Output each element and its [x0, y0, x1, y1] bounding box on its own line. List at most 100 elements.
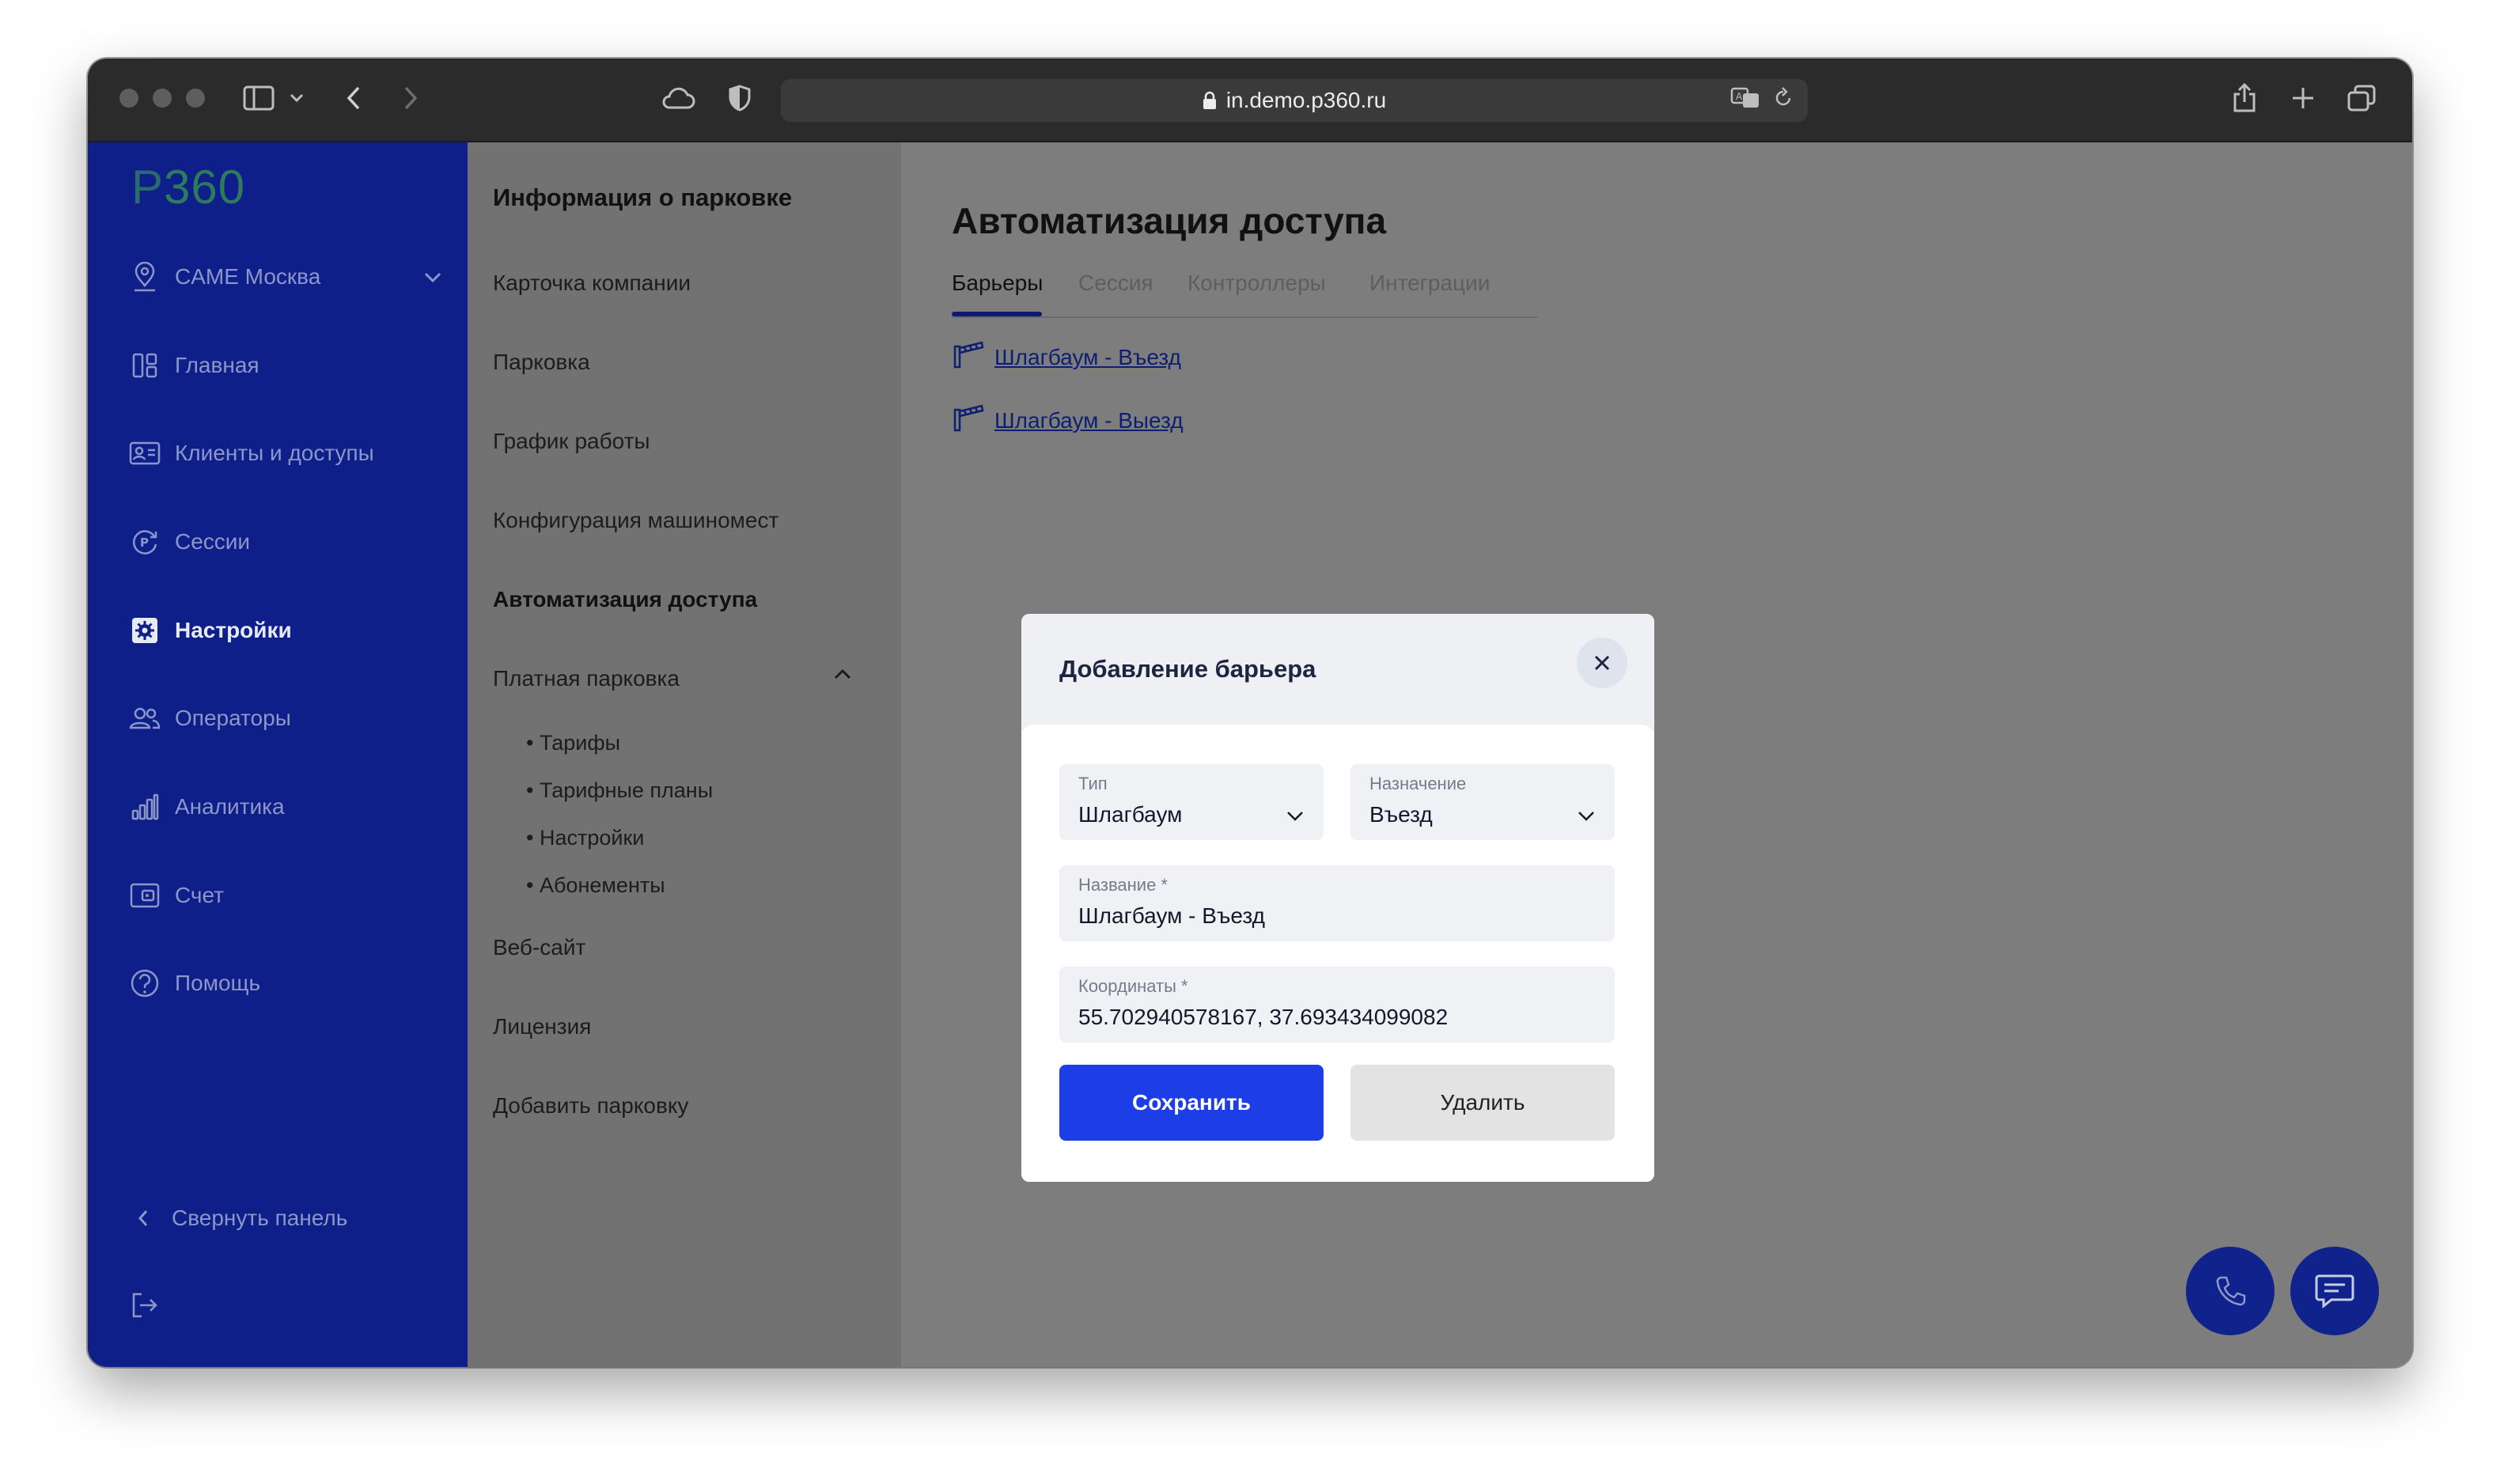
type-label: Тип: [1078, 774, 1108, 793]
logo-number: 360: [164, 161, 246, 214]
coordinates-field[interactable]: Координаты * 55.702940578167, 37.6934340…: [1059, 967, 1615, 1043]
delete-button[interactable]: Удалить: [1350, 1065, 1615, 1141]
name-value: Шлагбаум - Въезд: [1078, 903, 1265, 928]
parking-cycle-icon: P: [127, 524, 162, 559]
phone-icon: [2216, 1276, 2246, 1306]
barrier-gate-icon: [952, 340, 985, 374]
forward-icon[interactable]: [396, 79, 425, 117]
id-card-icon: [127, 436, 162, 471]
cloud-icon[interactable]: [659, 79, 697, 117]
subnav-item-paid-parking[interactable]: Платная парковка: [493, 666, 680, 691]
subnav-item-subscriptions[interactable]: • Абонементы: [526, 873, 665, 898]
tab-bar: Барьеры Сессия Контроллеры Интеграции: [952, 271, 1537, 318]
tabs-overview-icon[interactable]: [2344, 79, 2379, 117]
sidebar-item-label: Главная: [175, 353, 259, 377]
new-tab-icon[interactable]: [2287, 79, 2319, 117]
sidebar-toggle-icon[interactable]: [240, 79, 278, 117]
sidebar-item-label: Настройки: [175, 618, 292, 642]
coordinates-label: Координаты *: [1078, 976, 1188, 996]
dialog-body: Тип Шлагбаум Назначение Въезд Название *…: [1021, 725, 1654, 1182]
tab-integrations[interactable]: Интеграции: [1369, 271, 1490, 296]
active-tab-indicator: [952, 312, 1042, 316]
barrier-link-exit[interactable]: Шлагбаум - Выезд: [952, 403, 1184, 437]
sidebar-item-help[interactable]: Помощь: [127, 960, 260, 1007]
users-icon: [127, 701, 162, 736]
chevron-down-icon[interactable]: [286, 79, 308, 117]
barrier-gate-icon: [952, 403, 985, 437]
sidebar-item-label: Операторы: [175, 706, 291, 730]
chevron-up-icon[interactable]: [833, 668, 852, 684]
subnav-item-tariffs[interactable]: • Тарифы: [526, 731, 620, 755]
subnav-item-parking[interactable]: Парковка: [493, 350, 590, 375]
translate-icon[interactable]: A: [1730, 87, 1760, 115]
sidebar-item-home[interactable]: Главная: [127, 342, 259, 389]
sidebar-item-label: Помощь: [175, 971, 261, 995]
subnav-title: Информация о парковке: [493, 184, 793, 211]
barrier-link-entry[interactable]: Шлагбаум - Въезд: [952, 340, 1181, 374]
name-label: Название *: [1078, 875, 1168, 895]
browser-window: in.demo.p360.ru A P360 CAME Москва Главн…: [88, 59, 2412, 1367]
bar-chart-icon: [127, 789, 162, 824]
address-bar[interactable]: in.demo.p360.ru A: [781, 79, 1808, 122]
settings-subnav: Информация о парковке Карточка компании …: [468, 142, 901, 1367]
reload-icon[interactable]: [1773, 86, 1794, 115]
subnav-item-access-automation[interactable]: Автоматизация доступа: [493, 587, 757, 612]
minimize-window-button[interactable]: [153, 89, 172, 108]
sidebar: P360 CAME Москва Главная Клиенты и досту…: [88, 142, 468, 1367]
zoom-window-button[interactable]: [186, 89, 205, 108]
tab-barriers[interactable]: Барьеры: [952, 271, 1043, 296]
tab-session[interactable]: Сессия: [1078, 271, 1153, 296]
subnav-item-license[interactable]: Лицензия: [493, 1014, 591, 1039]
sidebar-item-operators[interactable]: Операторы: [127, 695, 291, 742]
type-select[interactable]: Тип Шлагбаум: [1059, 764, 1324, 840]
subnav-item-schedule[interactable]: График работы: [493, 429, 650, 454]
chat-button[interactable]: [2290, 1247, 2379, 1335]
location-name: CAME Москва: [175, 264, 321, 289]
chevron-down-icon[interactable]: [423, 264, 442, 290]
name-field[interactable]: Название * Шлагбаум - Въезд: [1059, 865, 1615, 941]
logo-letter: P: [131, 161, 165, 214]
save-button[interactable]: Сохранить: [1059, 1065, 1324, 1141]
sidebar-item-label: Аналитика: [175, 794, 285, 819]
chevron-down-icon: [1286, 810, 1305, 827]
back-icon[interactable]: [339, 79, 368, 117]
purpose-label: Назначение: [1369, 774, 1467, 793]
url-text: in.demo.p360.ru: [1225, 88, 1387, 112]
chevron-down-icon: [1577, 810, 1596, 827]
sidebar-item-sessions[interactable]: P Сессии: [127, 518, 250, 566]
share-icon[interactable]: [2229, 79, 2260, 117]
app-logo[interactable]: P360: [131, 160, 245, 214]
call-button[interactable]: [2186, 1247, 2275, 1335]
app-page: P360 CAME Москва Главная Клиенты и досту…: [88, 142, 2412, 1367]
subnav-item-company-card[interactable]: Карточка компании: [493, 271, 691, 296]
lock-icon: [1203, 91, 1217, 110]
wallet-icon: [127, 878, 162, 913]
location-selector[interactable]: CAME Москва: [127, 253, 441, 301]
sidebar-item-clients[interactable]: Клиенты и доступы: [127, 430, 374, 477]
subnav-item-add-parking[interactable]: Добавить парковку: [493, 1093, 688, 1119]
close-dialog-button[interactable]: [1577, 638, 1627, 688]
add-barrier-dialog: Добавление барьера Тип Шлагбаум Назначен…: [1021, 614, 1654, 1182]
collapse-panel-button[interactable]: Свернуть панель: [132, 1194, 347, 1242]
dialog-header: Добавление барьера: [1021, 614, 1654, 731]
tab-controllers[interactable]: Контроллеры: [1188, 271, 1326, 296]
dialog-title: Добавление барьера: [1059, 655, 1316, 683]
type-value: Шлагбаум: [1078, 802, 1183, 827]
gear-icon: [127, 613, 162, 648]
logout-icon: [127, 1288, 162, 1323]
sidebar-item-settings[interactable]: Настройки: [127, 607, 292, 654]
barrier-link-label: Шлагбаум - Выезд: [994, 407, 1184, 433]
sidebar-item-label: Счет: [175, 883, 224, 907]
logout-button[interactable]: [127, 1281, 175, 1329]
subnav-item-website[interactable]: Веб-сайт: [493, 935, 585, 960]
chevron-left-icon: [132, 1201, 154, 1236]
subnav-item-tariff-plans[interactable]: • Тарифные планы: [526, 778, 713, 803]
purpose-select[interactable]: Назначение Въезд: [1350, 764, 1615, 840]
subnav-item-paid-settings[interactable]: • Настройки: [526, 826, 644, 850]
collapse-panel-label: Свернуть панель: [172, 1206, 348, 1230]
close-window-button[interactable]: [119, 89, 138, 108]
sidebar-item-billing[interactable]: Счет: [127, 872, 224, 919]
sidebar-item-analytics[interactable]: Аналитика: [127, 783, 285, 831]
subnav-item-space-config[interactable]: Конфигурация машиномест: [493, 508, 778, 533]
shield-icon[interactable]: [725, 79, 754, 117]
